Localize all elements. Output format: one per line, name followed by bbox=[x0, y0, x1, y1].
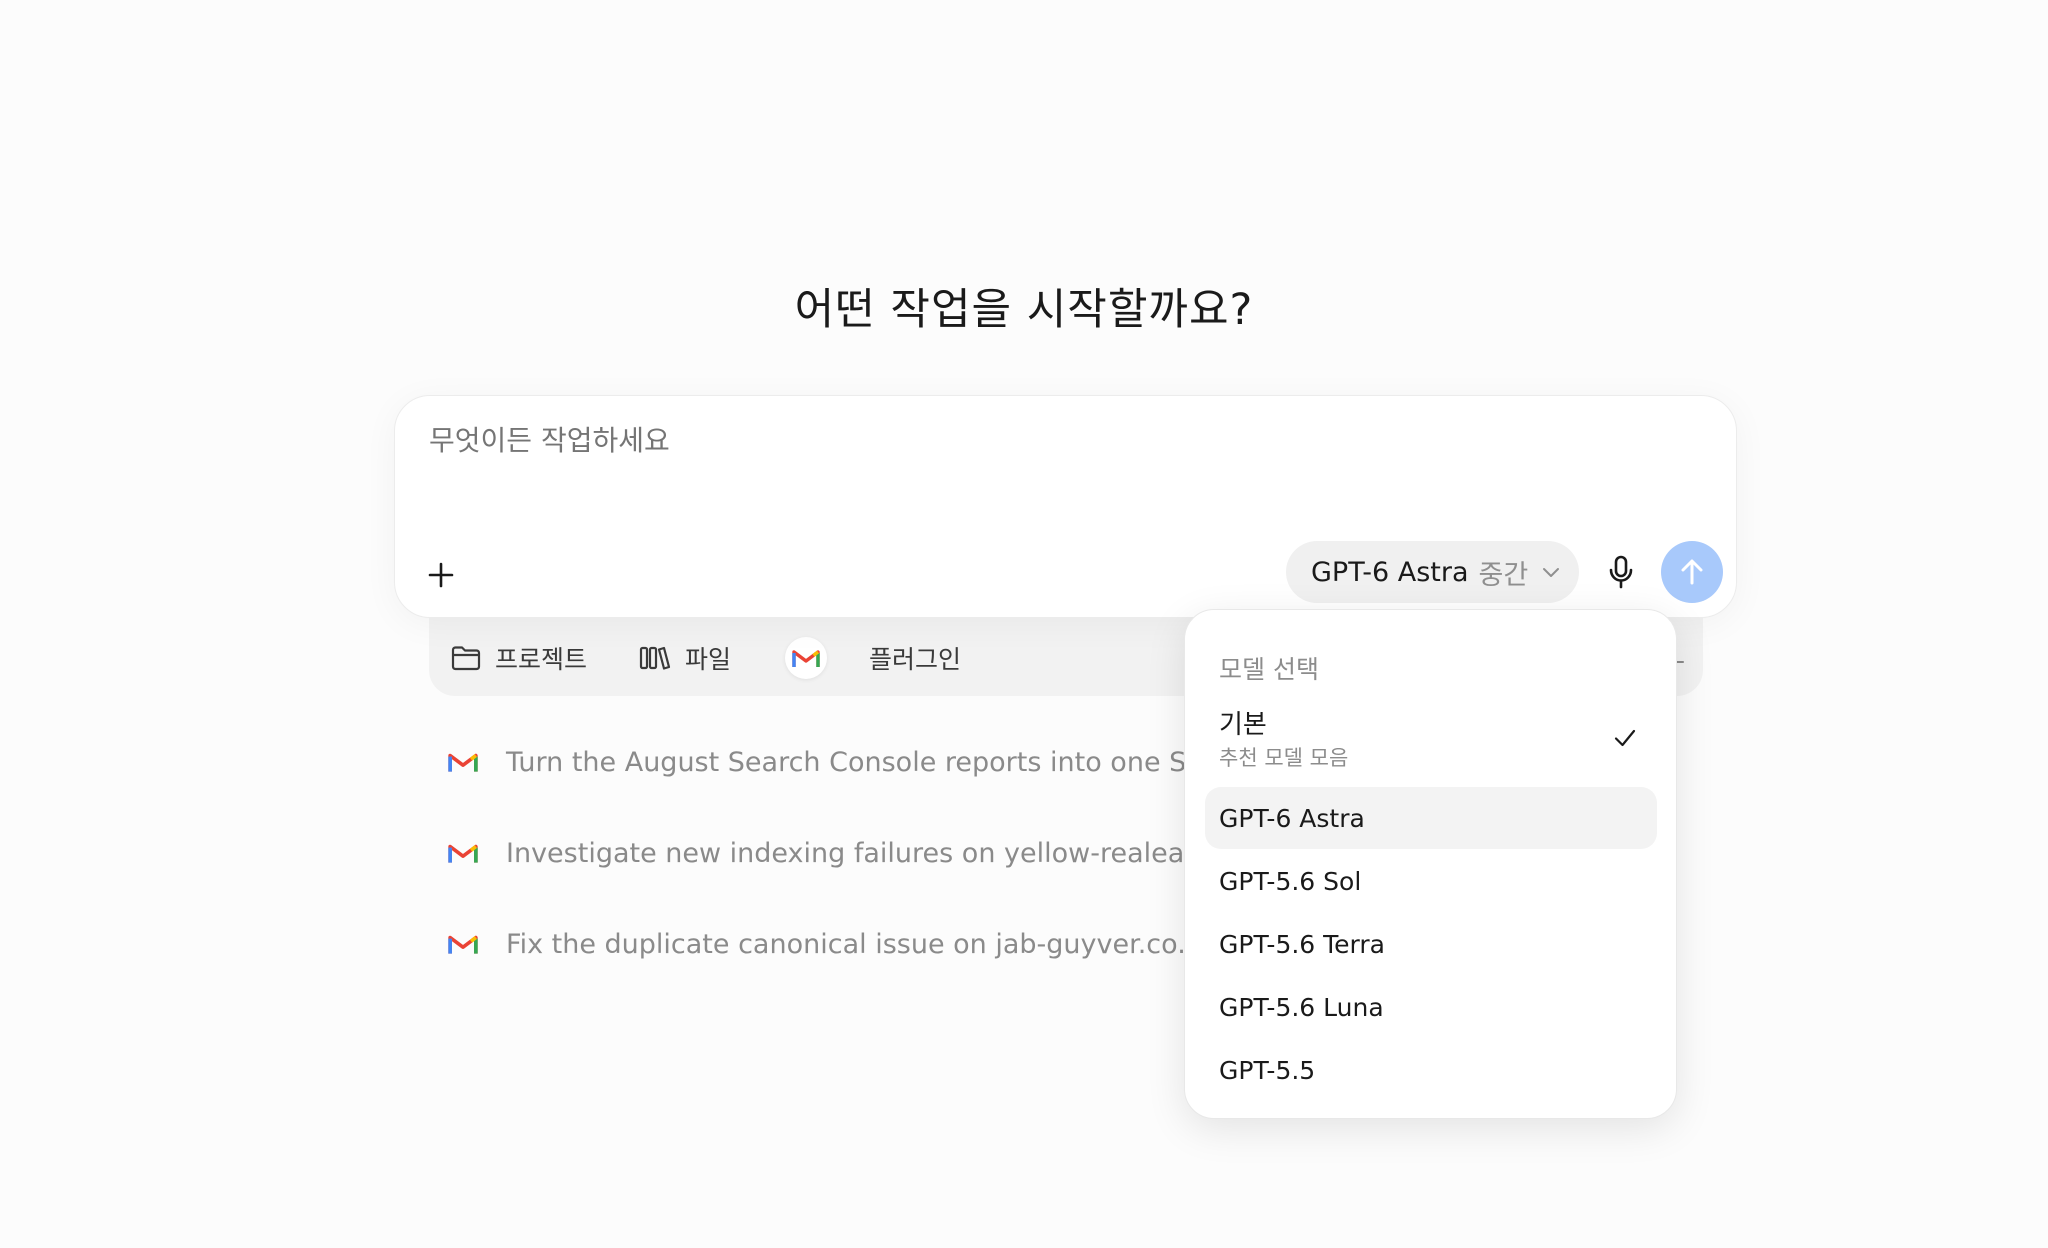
voice-input-button[interactable] bbox=[1595, 546, 1647, 598]
app-root: 어떤 작업을 시작할까요? GPT-6 Astra 중간 bbox=[0, 0, 2048, 1248]
gmail-icon bbox=[448, 935, 478, 954]
folder-icon bbox=[451, 646, 481, 671]
gmail-icon bbox=[785, 637, 827, 679]
suggestion-text: Fix the duplicate canonical issue on jab… bbox=[506, 928, 1213, 960]
gmail-icon bbox=[448, 753, 478, 772]
suggestion-item[interactable]: Turn the August Search Console reports i… bbox=[448, 740, 1268, 784]
files-button[interactable]: 파일 bbox=[639, 636, 731, 680]
plugins-button[interactable]: 플러그인 bbox=[785, 636, 961, 680]
model-dropdown-menu: 모델 선택 기본 추천 모델 모음 GPT-6 Astra GPT-5.6 So… bbox=[1184, 609, 1677, 1119]
menu-item-model[interactable]: GPT-5.6 Sol bbox=[1205, 850, 1657, 912]
suggestion-item[interactable]: Investigate new indexing failures on yel… bbox=[448, 831, 1268, 875]
plugins-label: 플러그인 bbox=[869, 645, 962, 674]
plus-icon bbox=[428, 562, 454, 588]
prompt-input[interactable] bbox=[429, 424, 1429, 457]
files-label: 파일 bbox=[685, 645, 732, 674]
menu-title: 모델 선택 bbox=[1219, 655, 1319, 684]
projects-button[interactable]: 프로젝트 bbox=[451, 636, 587, 680]
menu-item-model[interactable]: GPT-5.5 bbox=[1205, 1039, 1657, 1101]
suggestion-item[interactable]: Fix the duplicate canonical issue on jab… bbox=[448, 922, 1268, 966]
suggestion-text: Turn the August Search Console reports i… bbox=[506, 746, 1225, 778]
page-title: 어떤 작업을 시작할까요? bbox=[794, 285, 1254, 335]
chevron-down-icon bbox=[1542, 566, 1560, 578]
composer: GPT-6 Astra 중간 bbox=[394, 395, 1737, 618]
attach-button[interactable] bbox=[417, 551, 465, 599]
menu-item-default[interactable]: 기본 추천 모델 모음 bbox=[1205, 698, 1657, 778]
menu-item-default-description: 추천 모델 모음 bbox=[1219, 746, 1349, 770]
menu-item-model[interactable]: GPT-6 Astra bbox=[1205, 787, 1657, 849]
model-selector-button[interactable]: GPT-6 Astra 중간 bbox=[1286, 541, 1579, 603]
arrow-up-icon bbox=[1681, 559, 1703, 585]
library-icon bbox=[639, 646, 671, 670]
projects-label: 프로젝트 bbox=[495, 645, 588, 674]
send-button[interactable] bbox=[1661, 541, 1723, 603]
model-name: GPT-6 Astra bbox=[1311, 556, 1469, 588]
model-effort: 중간 bbox=[1478, 559, 1529, 591]
gmail-icon bbox=[448, 844, 478, 863]
checkmark-icon bbox=[1614, 729, 1636, 747]
menu-item-default-label: 기본 bbox=[1219, 710, 1267, 740]
menu-item-model[interactable]: GPT-5.6 Luna bbox=[1205, 976, 1657, 1038]
suggestion-text: Investigate new indexing failures on yel… bbox=[506, 837, 1239, 869]
microphone-icon bbox=[1609, 555, 1633, 589]
menu-item-model[interactable]: GPT-5.6 Terra bbox=[1205, 913, 1657, 975]
